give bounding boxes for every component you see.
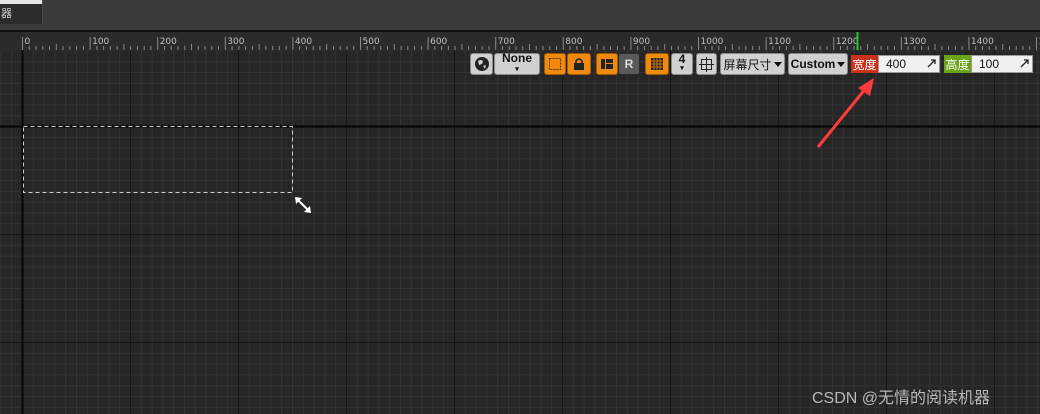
- height-value: 100: [979, 57, 1000, 71]
- ruler-label: 700: [498, 37, 515, 47]
- ruler-label: 1000: [701, 37, 724, 47]
- resize-arrow-icon: [927, 59, 936, 68]
- width-value: 400: [886, 57, 907, 71]
- r-button-label: R: [624, 57, 634, 71]
- height-label: 高度: [944, 55, 971, 73]
- ruler-label: 1400: [971, 37, 994, 47]
- dropdown-caret-icon: ▾: [680, 65, 684, 72]
- r-button[interactable]: R: [618, 53, 640, 75]
- screen-size-label: 屏幕尺寸: [723, 57, 772, 72]
- layout-icon: [601, 59, 613, 69]
- grid-icon: [651, 58, 663, 70]
- zoom-fit-button[interactable]: [696, 53, 717, 75]
- globe-icon: [474, 57, 489, 71]
- height-label-text: 高度: [945, 57, 970, 72]
- dotted-frame-icon: [549, 58, 561, 70]
- dropdown-caret-icon: [773, 61, 782, 67]
- width-input[interactable]: 400: [878, 55, 940, 73]
- ruler-label: 600: [430, 37, 447, 47]
- dropdown-caret-icon: [837, 61, 846, 67]
- custom-label: Custom: [790, 57, 836, 71]
- ruler-label: 400: [295, 37, 312, 47]
- crosshair-frame-icon: [699, 56, 714, 72]
- ruler-label: 200: [160, 37, 177, 47]
- grid-snap-value: 4: [678, 52, 686, 66]
- none-dropdown-label: None: [502, 51, 532, 65]
- ruler-label: 1300: [903, 37, 926, 47]
- ruler-label: 800: [565, 37, 582, 47]
- tab-label: 器: [1, 7, 12, 20]
- ruler-ticks: 0 100 200 300 400 500 600 700 800 900 1000 1100 1200…: [22, 32, 1040, 50]
- grid-snap-toggle[interactable]: [645, 53, 669, 75]
- grid-snap-dropdown[interactable]: 4 ▾: [671, 53, 693, 75]
- ruler-label: 900: [633, 37, 650, 47]
- canvas-grid: [0, 50, 1040, 414]
- world-space-button[interactable]: [470, 53, 493, 75]
- locate-button[interactable]: [544, 53, 566, 75]
- top-bar: 器: [0, 0, 1040, 30]
- ruler-label: 100: [92, 37, 109, 47]
- transform-mode-button[interactable]: [596, 53, 618, 75]
- lock-button[interactable]: [567, 53, 591, 75]
- resize-arrow-icon: [1020, 59, 1029, 68]
- dropdown-caret-icon: ▾: [515, 66, 519, 73]
- ruler-label: 300: [227, 37, 244, 47]
- ruler-label: 1200: [836, 37, 859, 47]
- custom-dropdown[interactable]: Custom: [788, 53, 848, 75]
- width-label: 宽度: [851, 55, 878, 73]
- height-input[interactable]: 100: [971, 55, 1033, 73]
- design-canvas[interactable]: [0, 50, 1040, 414]
- ruler-label: 0: [25, 37, 31, 47]
- editor-tab[interactable]: 器: [0, 0, 43, 24]
- screen-size-dropdown[interactable]: 屏幕尺寸: [720, 53, 785, 75]
- horizontal-ruler: 0 100 200 300 400 500 600 700 800 900 1000 1100 1200…: [0, 32, 1040, 51]
- ruler-label: 1100: [768, 37, 791, 47]
- none-dropdown[interactable]: None ▾: [494, 51, 540, 75]
- lock-icon: [574, 58, 584, 70]
- tab-strip: [0, 0, 42, 4]
- width-label-text: 宽度: [852, 57, 877, 72]
- ruler-label: 500: [363, 37, 380, 47]
- watermark: CSDN @无情的阅读机器: [812, 390, 991, 407]
